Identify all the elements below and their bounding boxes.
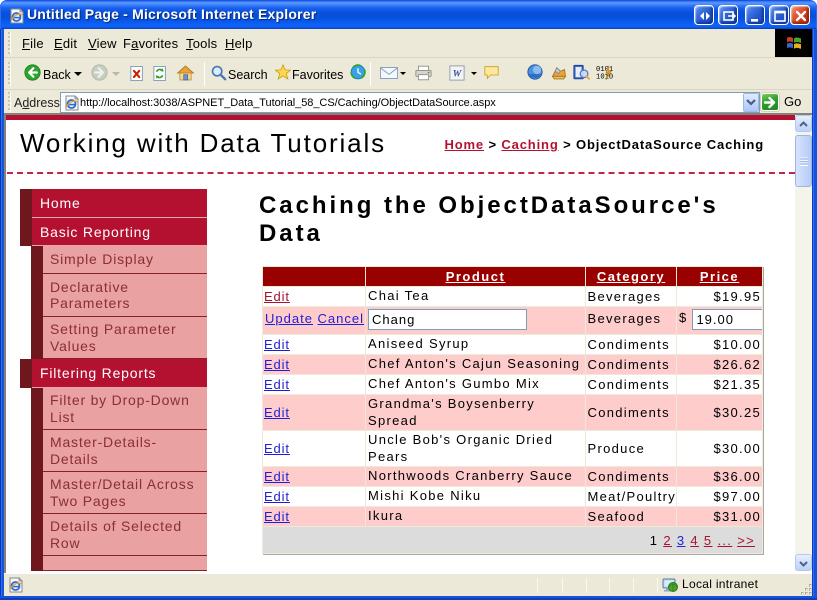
svg-text:W: W [453, 69, 463, 80]
svg-text:1010: 1010 [596, 73, 613, 81]
